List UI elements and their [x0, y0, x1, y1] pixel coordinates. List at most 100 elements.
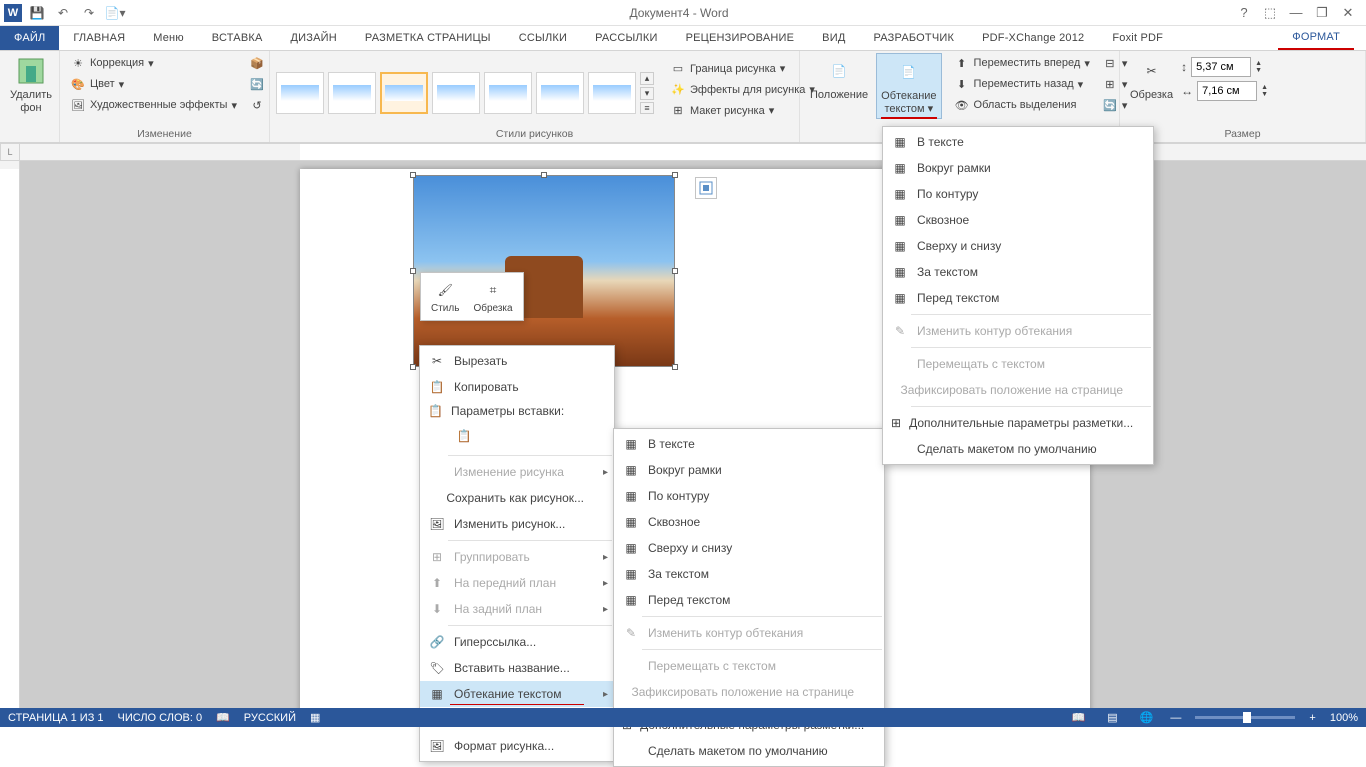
style-thumb-7[interactable] — [588, 72, 636, 114]
vertical-ruler[interactable] — [0, 161, 20, 708]
tab-view[interactable]: ВИД — [808, 26, 859, 50]
crop-button[interactable]: ✂ Обрезка — [1126, 53, 1177, 104]
bring-forward-button[interactable]: ⬆Переместить вперед ▾ — [950, 53, 1094, 73]
dd-inline[interactable]: ▦В тексте — [883, 129, 1153, 155]
status-words[interactable]: ЧИСЛО СЛОВ: 0 — [118, 712, 203, 724]
tab-foxit[interactable]: Foxit PDF — [1098, 26, 1177, 50]
undo-button[interactable]: ↶ — [52, 2, 74, 24]
tab-design[interactable]: ДИЗАЙН — [277, 26, 351, 50]
reset-picture-button[interactable]: ↺ — [245, 95, 269, 115]
cm-edit-picture[interactable]: 🖼Изменить рисунок... — [420, 511, 614, 537]
ribbon-options-button[interactable]: ⬚ — [1258, 3, 1282, 23]
style-thumb-1[interactable] — [276, 72, 324, 114]
minimize-button[interactable]: — — [1284, 3, 1308, 23]
save-button[interactable]: 💾 — [26, 2, 48, 24]
dd-front[interactable]: ▦Перед текстом — [883, 285, 1153, 311]
picture-effects-button[interactable]: ✨Эффекты для рисунка ▾ — [666, 80, 819, 100]
dd-more-options[interactable]: ⊞Дополнительные параметры разметки... — [883, 410, 1153, 436]
cm-wrap-text[interactable]: ▦Обтекание текстом▸ — [420, 681, 614, 707]
cm-format-picture[interactable]: 🖼Формат рисунка... — [420, 733, 614, 759]
dd-tight[interactable]: ▦По контуру — [883, 181, 1153, 207]
send-backward-button[interactable]: ⬇Переместить назад ▾ — [950, 74, 1094, 94]
inserted-image[interactable] — [413, 175, 675, 367]
mini-style-button[interactable]: 🖌Стиль — [425, 277, 465, 316]
maximize-button[interactable]: ❐ — [1310, 3, 1334, 23]
tab-pdfxchange[interactable]: PDF-XChange 2012 — [968, 26, 1098, 50]
help-button[interactable]: ? — [1232, 3, 1256, 23]
sm1-tight[interactable]: ▦По контуру — [614, 483, 884, 509]
picture-border-button[interactable]: ▭Граница рисунка ▾ — [666, 59, 819, 79]
status-language[interactable]: РУССКИЙ — [244, 712, 296, 724]
tab-format[interactable]: ФОРМАТ — [1278, 26, 1354, 50]
view-print[interactable]: ▤ — [1102, 710, 1122, 725]
styles-scroll-up[interactable]: ▴ — [640, 72, 654, 85]
mini-crop-button[interactable]: ⌗Обрезка — [467, 277, 518, 316]
view-read[interactable]: 📖 — [1068, 710, 1088, 725]
styles-more[interactable]: ≡ — [640, 102, 654, 114]
corrections-button[interactable]: ☀Коррекция ▾ — [66, 53, 241, 73]
dd-set-default[interactable]: Сделать макетом по умолчанию — [883, 436, 1153, 462]
height-up[interactable]: ▲ — [1255, 60, 1262, 67]
cm-hyperlink[interactable]: 🔗Гиперссылка... — [420, 629, 614, 655]
tab-home[interactable]: ГЛАВНАЯ — [59, 26, 139, 50]
zoom-in[interactable]: + — [1309, 712, 1315, 724]
sm1-front[interactable]: ▦Перед текстом — [614, 587, 884, 613]
redo-button[interactable]: ↷ — [78, 2, 100, 24]
compress-button[interactable]: 📦 — [245, 53, 269, 73]
picture-layout-button[interactable]: ⊞Макет рисунка ▾ — [666, 101, 819, 121]
sm1-set-default[interactable]: Сделать макетом по умолчанию — [614, 738, 884, 764]
layout-options-button[interactable] — [695, 177, 717, 199]
selection-pane-button[interactable]: 👁Область выделения — [950, 95, 1094, 115]
height-down[interactable]: ▼ — [1255, 67, 1262, 74]
cm-insert-caption[interactable]: 🏷Вставить название... — [420, 655, 614, 681]
horizontal-ruler[interactable] — [20, 143, 1366, 161]
cm-paste-keep[interactable]: 📋 — [452, 424, 476, 448]
style-thumb-2[interactable] — [328, 72, 376, 114]
tab-insert[interactable]: ВСТАВКА — [198, 26, 277, 50]
status-macro-icon[interactable]: ▦ — [310, 711, 320, 724]
sm1-through[interactable]: ▦Сквозное — [614, 509, 884, 535]
width-down[interactable]: ▼ — [1261, 91, 1268, 98]
cm-cut[interactable]: ✂Вырезать — [420, 348, 614, 374]
styles-scroll-down[interactable]: ▾ — [640, 87, 654, 100]
zoom-level[interactable]: 100% — [1330, 712, 1358, 724]
tab-references[interactable]: ССЫЛКИ — [505, 26, 581, 50]
width-input[interactable] — [1197, 81, 1257, 101]
tab-file[interactable]: ФАЙЛ — [0, 26, 59, 50]
zoom-out[interactable]: — — [1170, 712, 1181, 724]
width-up[interactable]: ▲ — [1261, 84, 1268, 91]
position-button[interactable]: 📄 Положение — [806, 53, 872, 104]
style-thumb-5[interactable] — [484, 72, 532, 114]
dd-behind[interactable]: ▦За текстом — [883, 259, 1153, 285]
cm-copy[interactable]: 📋Копировать — [420, 374, 614, 400]
sm1-behind[interactable]: ▦За текстом — [614, 561, 884, 587]
tab-developer[interactable]: РАЗРАБОТЧИК — [859, 26, 968, 50]
height-input[interactable] — [1191, 57, 1251, 77]
artistic-effects-button[interactable]: 🖼Художественные эффекты ▾ — [66, 95, 241, 115]
cm-save-as-picture[interactable]: Сохранить как рисунок... — [420, 485, 614, 511]
tab-layout[interactable]: РАЗМЕТКА СТРАНИЦЫ — [351, 26, 505, 50]
change-picture-button[interactable]: 🔄 — [245, 74, 269, 94]
tab-mailings[interactable]: РАССЫЛКИ — [581, 26, 671, 50]
new-doc-button[interactable]: 📄▾ — [104, 2, 126, 24]
dd-square[interactable]: ▦Вокруг рамки — [883, 155, 1153, 181]
style-thumb-6[interactable] — [536, 72, 584, 114]
tab-review[interactable]: РЕЦЕНЗИРОВАНИЕ — [672, 26, 809, 50]
group-size: ✂ Обрезка ↕▲▼ ↔▲▼ Размер — [1120, 51, 1366, 142]
sm1-square[interactable]: ▦Вокруг рамки — [614, 457, 884, 483]
zoom-slider[interactable] — [1195, 716, 1295, 719]
style-thumb-4[interactable] — [432, 72, 480, 114]
color-button[interactable]: 🎨Цвет ▾ — [66, 74, 241, 94]
dd-through[interactable]: ▦Сквозное — [883, 207, 1153, 233]
sm1-topbottom[interactable]: ▦Сверху и снизу — [614, 535, 884, 561]
dd-topbottom[interactable]: ▦Сверху и снизу — [883, 233, 1153, 259]
view-web[interactable]: 🌐 — [1136, 710, 1156, 725]
style-thumb-3[interactable] — [380, 72, 428, 114]
close-button[interactable]: ✕ — [1336, 3, 1360, 23]
wrap-text-button[interactable]: 📄 Обтеканиетекстом ▾ — [876, 53, 941, 119]
remove-background-button[interactable]: Удалитьфон — [6, 53, 56, 117]
status-proofing-icon[interactable]: 📖 — [216, 711, 230, 724]
status-page[interactable]: СТРАНИЦА 1 ИЗ 1 — [8, 712, 104, 724]
sm1-inline[interactable]: ▦В тексте — [614, 431, 884, 457]
tab-menu[interactable]: Меню — [139, 26, 198, 50]
